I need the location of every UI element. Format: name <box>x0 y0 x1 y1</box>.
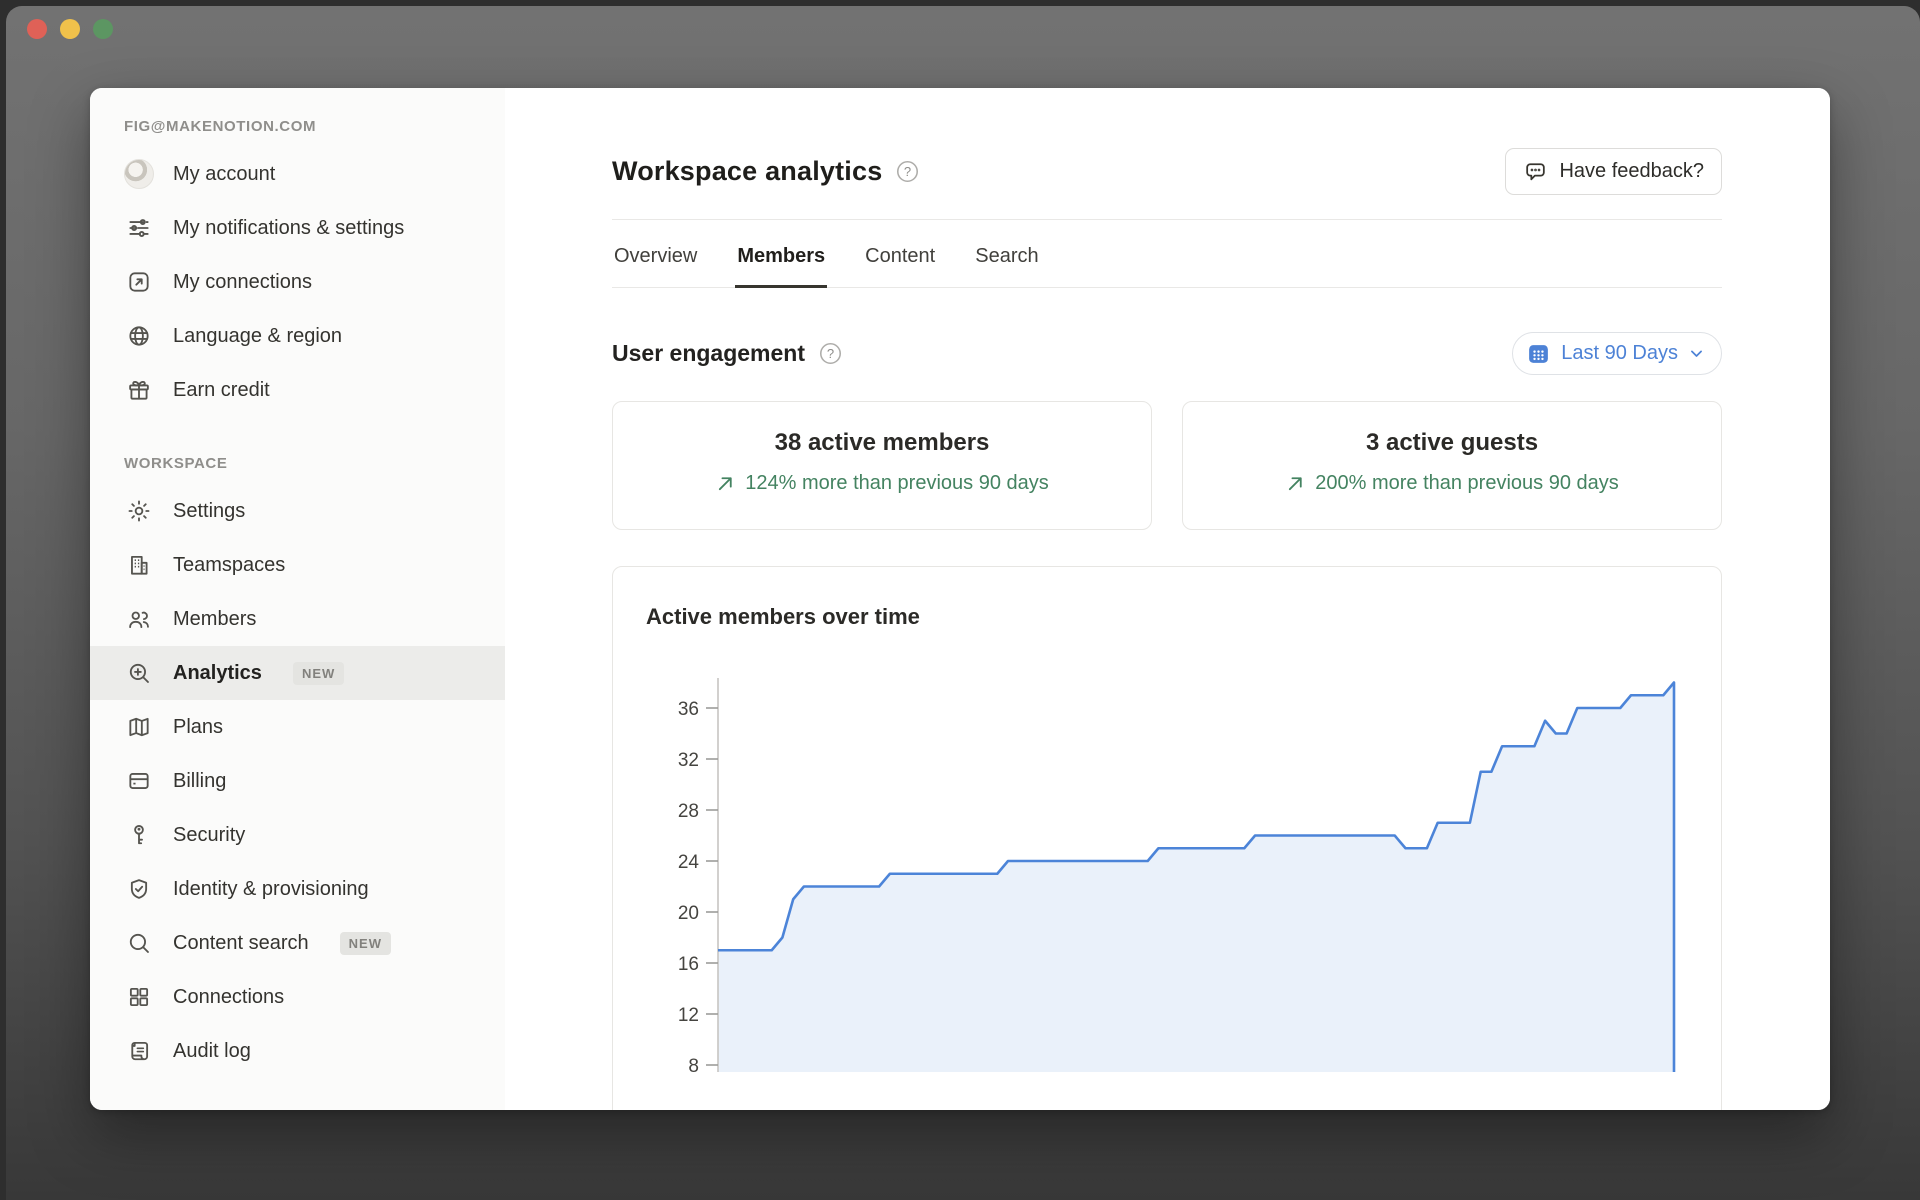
credit-card-icon <box>124 766 154 796</box>
sidebar-item-identity-provisioning[interactable]: Identity & provisioning <box>90 862 505 916</box>
tab-members[interactable]: Members <box>735 220 827 288</box>
gift-icon <box>124 375 154 405</box>
settings-modal: FIG@MAKENOTION.COM My account My notific… <box>90 88 1830 1110</box>
stat-value: 38 active members <box>623 429 1141 457</box>
active-members-card: 38 active members 124% more than previou… <box>612 401 1152 530</box>
svg-text:?: ? <box>827 346 834 361</box>
y-tick-label: 12 <box>678 1005 699 1026</box>
grid-icon <box>124 982 154 1012</box>
sidebar-item-billing[interactable]: Billing <box>90 754 505 808</box>
sidebar-item-security[interactable]: Security <box>90 808 505 862</box>
y-tick-label: 24 <box>678 852 700 873</box>
key-icon <box>124 820 154 850</box>
active-members-chart-card: Active members over time 8 12 16 20 24 28 32 36 <box>612 566 1722 1110</box>
shield-check-icon <box>124 874 154 904</box>
sidebar-item-analytics[interactable]: Analytics NEW <box>90 646 505 700</box>
tab-search[interactable]: Search <box>973 220 1040 288</box>
y-tick-label: 32 <box>678 750 699 771</box>
sidebar-item-my-connections[interactable]: My connections <box>90 255 505 309</box>
y-tick-label: 8 <box>688 1056 699 1072</box>
new-badge: NEW <box>340 932 391 955</box>
sidebar-item-connections[interactable]: Connections <box>90 970 505 1024</box>
analytics-tabs: Overview Members Content Search <box>612 220 1722 288</box>
building-icon <box>124 550 154 580</box>
chart-title: Active members over time <box>646 604 1721 630</box>
globe-icon <box>124 321 154 351</box>
y-tick-label: 16 <box>678 954 699 975</box>
sidebar-item-audit-log[interactable]: Audit log <box>90 1024 505 1078</box>
map-icon <box>124 712 154 742</box>
stat-delta: 200% more than previous 90 days <box>1285 472 1619 495</box>
chart-area-fill <box>718 683 1674 1073</box>
desktop-backdrop: FIG@MAKENOTION.COM My account My notific… <box>6 6 1920 1200</box>
sidebar-item-teamspaces[interactable]: Teamspaces <box>90 538 505 592</box>
sidebar-item-language-region[interactable]: Language & region <box>90 309 505 363</box>
active-guests-card: 3 active guests 200% more than previous … <box>1182 401 1722 530</box>
minimize-window-button[interactable] <box>60 19 80 39</box>
svg-text:?: ? <box>904 164 911 179</box>
y-tick-label: 20 <box>678 903 699 924</box>
zoom-window-button[interactable] <box>93 19 113 39</box>
y-tick-label: 36 <box>678 699 699 720</box>
magnifier-sparkle-icon <box>124 658 154 688</box>
new-badge: NEW <box>293 662 344 685</box>
scroll-icon <box>124 1036 154 1066</box>
arrow-up-right-icon <box>1285 473 1306 494</box>
arrow-up-right-square-icon <box>124 267 154 297</box>
window-controls <box>27 19 113 39</box>
speech-bubble-icon <box>1523 159 1548 184</box>
search-icon <box>124 928 154 958</box>
help-icon[interactable]: ? <box>819 342 842 365</box>
help-icon[interactable]: ? <box>896 160 919 183</box>
sidebar-item-plans[interactable]: Plans <box>90 700 505 754</box>
have-feedback-button[interactable]: Have feedback? <box>1505 148 1722 195</box>
sidebar-item-settings[interactable]: Settings <box>90 484 505 538</box>
avatar <box>124 159 154 189</box>
page-title: Workspace analytics <box>612 156 882 187</box>
sliders-icon <box>124 213 154 243</box>
active-members-area-chart[interactable]: 8 12 16 20 24 28 32 36 <box>646 668 1708 1072</box>
workspace-analytics-panel: Workspace analytics ? Have feedback? <box>505 88 1830 1110</box>
arrow-up-right-icon <box>715 473 736 494</box>
close-window-button[interactable] <box>27 19 47 39</box>
chevron-down-icon <box>1688 345 1705 362</box>
sidebar-item-members[interactable]: Members <box>90 592 505 646</box>
date-range-dropdown[interactable]: Last 90 Days <box>1512 332 1722 375</box>
workspace-section-label: WORKSPACE <box>90 455 505 472</box>
settings-sidebar: FIG@MAKENOTION.COM My account My notific… <box>90 88 505 1110</box>
sidebar-item-my-notifications-settings[interactable]: My notifications & settings <box>90 201 505 255</box>
account-email-label: FIG@MAKENOTION.COM <box>90 118 505 135</box>
sidebar-item-content-search[interactable]: Content search NEW <box>90 916 505 970</box>
calendar-icon <box>1526 341 1551 366</box>
people-icon <box>124 604 154 634</box>
tab-content[interactable]: Content <box>863 220 937 288</box>
stat-delta: 124% more than previous 90 days <box>715 472 1049 495</box>
stat-value: 3 active guests <box>1193 429 1711 457</box>
y-tick-label: 28 <box>678 801 699 822</box>
gear-icon <box>124 496 154 526</box>
sidebar-item-earn-credit[interactable]: Earn credit <box>90 363 505 417</box>
tab-overview[interactable]: Overview <box>612 220 699 288</box>
sidebar-item-my-account[interactable]: My account <box>90 147 505 201</box>
section-heading: User engagement <box>612 340 805 367</box>
